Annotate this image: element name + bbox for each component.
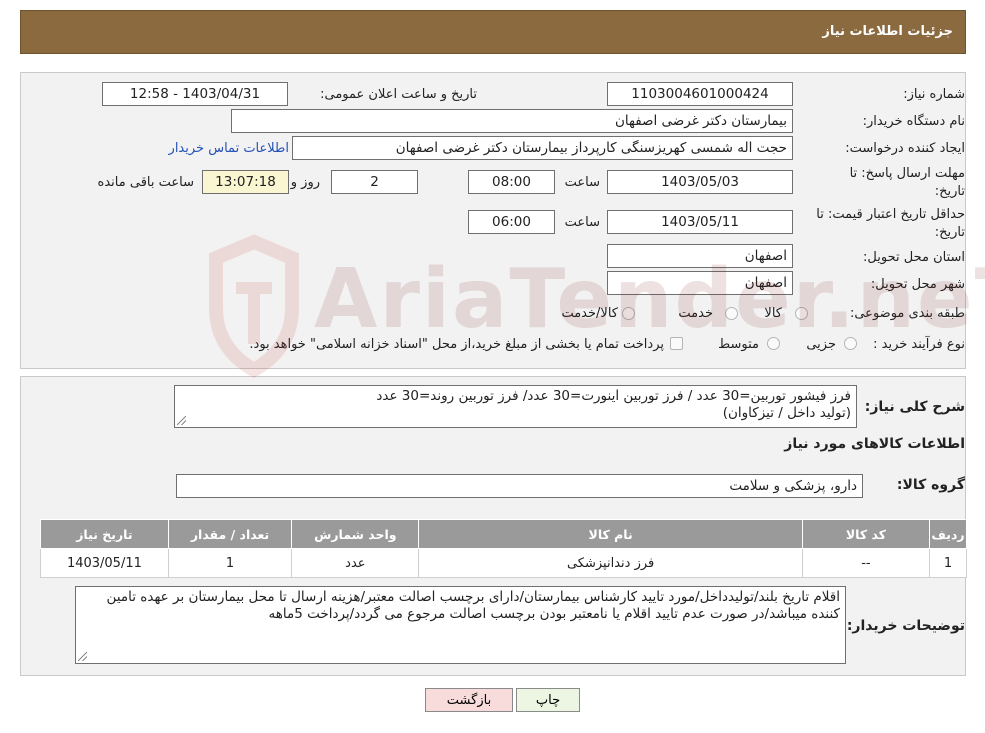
validity-date-field: 1403/05/11 bbox=[607, 210, 793, 234]
validity-time-label: ساعت bbox=[564, 215, 600, 230]
category-label: طبقه بندی موضوعی: bbox=[849, 306, 965, 321]
buyer-notes-label: توضیحات خریدار: bbox=[846, 618, 965, 634]
category-radio-goods-service[interactable] bbox=[622, 307, 635, 320]
announce-datetime-label: تاریخ و ساعت اعلان عمومی: bbox=[320, 87, 477, 102]
need-summary-textarea[interactable]: فرز فیشور توربین=30 عدد / فرز توربین این… bbox=[174, 385, 857, 428]
category-option-goods: کالا bbox=[764, 306, 782, 321]
cell-need-date: 1403/05/11 bbox=[40, 548, 169, 578]
deadline-time-field: 08:00 bbox=[468, 170, 555, 194]
remaining-time-label: ساعت باقی مانده bbox=[97, 175, 194, 190]
city-label: شهر محل تحویل: bbox=[870, 277, 965, 292]
resize-grip-icon[interactable] bbox=[78, 652, 87, 661]
col-need-date: تاریخ نیاز bbox=[40, 519, 169, 549]
deadline-date-field: 1403/05/03 bbox=[607, 170, 793, 194]
cell-item-code: -- bbox=[801, 548, 931, 578]
deadline-label: مهلت ارسال پاسخ: تا bbox=[849, 166, 965, 181]
back-button[interactable]: بازگشت bbox=[425, 688, 513, 712]
deadline-label-cont: تاریخ: bbox=[934, 184, 965, 199]
goods-section-title: اطلاعات کالاهای مورد نیاز bbox=[784, 436, 965, 452]
need-summary-line-1: فرز فیشور توربین=30 عدد / فرز توربین این… bbox=[376, 388, 851, 404]
goods-table: ردیف کد کالا نام کالا واحد شمارش تعداد /… bbox=[40, 519, 967, 578]
announce-datetime-field: 1403/04/31 - 12:58 bbox=[102, 82, 288, 106]
process-type-label: نوع فرآیند خرید : bbox=[873, 337, 965, 352]
province-field: اصفهان bbox=[607, 244, 793, 268]
col-item-code: کد کالا bbox=[801, 519, 931, 549]
page-title: جزئیات اطلاعات نیاز bbox=[822, 24, 953, 39]
buyer-contact-link[interactable]: اطلاعات تماس خریدار bbox=[169, 141, 289, 156]
cell-row-number: 1 bbox=[929, 548, 967, 578]
treasury-note: پرداخت تمام یا بخشی از مبلغ خرید،از محل … bbox=[249, 337, 664, 352]
process-radio-minor[interactable] bbox=[844, 337, 857, 350]
deadline-time-label: ساعت bbox=[564, 175, 600, 190]
need-summary-label: شرح کلی نیاز: bbox=[864, 399, 965, 415]
goods-group-label: گروه کالا: bbox=[896, 477, 965, 493]
buyer-notes-text: اقلام تاریخ بلند/تولیدداخل/مورد تایید کا… bbox=[106, 589, 840, 622]
need-summary-line-2: (تولید داخل / تیزکاوان) bbox=[722, 405, 851, 421]
province-label: استان محل تحویل: bbox=[863, 250, 965, 265]
page-header: جزئیات اطلاعات نیاز bbox=[20, 10, 966, 54]
goods-table-header: ردیف کد کالا نام کالا واحد شمارش تعداد /… bbox=[40, 519, 967, 549]
col-item-name: نام کالا bbox=[418, 519, 803, 549]
validity-time-field: 06:00 bbox=[468, 210, 555, 234]
remaining-time-field: 13:07:18 bbox=[202, 170, 289, 194]
days-label: روز و bbox=[290, 175, 320, 190]
col-quantity: تعداد / مقدار bbox=[167, 519, 293, 549]
creator-field: حجت اله شمسی کهریزسنگی کارپرداز بیمارستا… bbox=[292, 136, 793, 160]
need-number-label: شماره نیاز: bbox=[903, 87, 965, 102]
print-button[interactable]: چاپ bbox=[516, 688, 580, 712]
treasury-checkbox[interactable] bbox=[670, 337, 683, 350]
buyer-org-label: نام دستگاه خریدار: bbox=[862, 114, 965, 129]
buyer-notes-textarea[interactable]: اقلام تاریخ بلند/تولیدداخل/مورد تایید کا… bbox=[75, 586, 846, 664]
creator-label: ایجاد کننده درخواست: bbox=[845, 141, 965, 156]
buyer-org-field: بیمارستان دکتر غرضی اصفهان bbox=[231, 109, 793, 133]
category-radio-service[interactable] bbox=[725, 307, 738, 320]
need-number-field: 1103004601000424 bbox=[607, 82, 793, 106]
cell-quantity: 1 bbox=[167, 548, 293, 578]
process-radio-medium[interactable] bbox=[767, 337, 780, 350]
col-unit: واحد شمارش bbox=[291, 519, 420, 549]
days-remaining-field: 2 bbox=[331, 170, 418, 194]
validity-label-cont: تاریخ: bbox=[934, 225, 965, 240]
resize-grip-icon[interactable] bbox=[177, 416, 186, 425]
process-option-medium: متوسط bbox=[718, 337, 759, 352]
category-radio-goods[interactable] bbox=[795, 307, 808, 320]
table-row: 1 -- فرز دندانپزشکی عدد 1 1403/05/11 bbox=[40, 548, 967, 578]
goods-group-field: دارو، پزشکی و سلامت bbox=[176, 474, 863, 498]
col-row-number: ردیف bbox=[929, 519, 967, 549]
city-field: اصفهان bbox=[607, 271, 793, 295]
process-option-minor: جزیی bbox=[806, 337, 836, 352]
category-option-goods-service: کالا/خدمت bbox=[561, 306, 618, 321]
validity-label: حداقل تاریخ اعتبار قیمت: تا bbox=[816, 207, 965, 222]
cell-unit: عدد bbox=[291, 548, 420, 578]
cell-item-name: فرز دندانپزشکی bbox=[418, 548, 803, 578]
category-option-service: خدمت bbox=[678, 306, 713, 321]
